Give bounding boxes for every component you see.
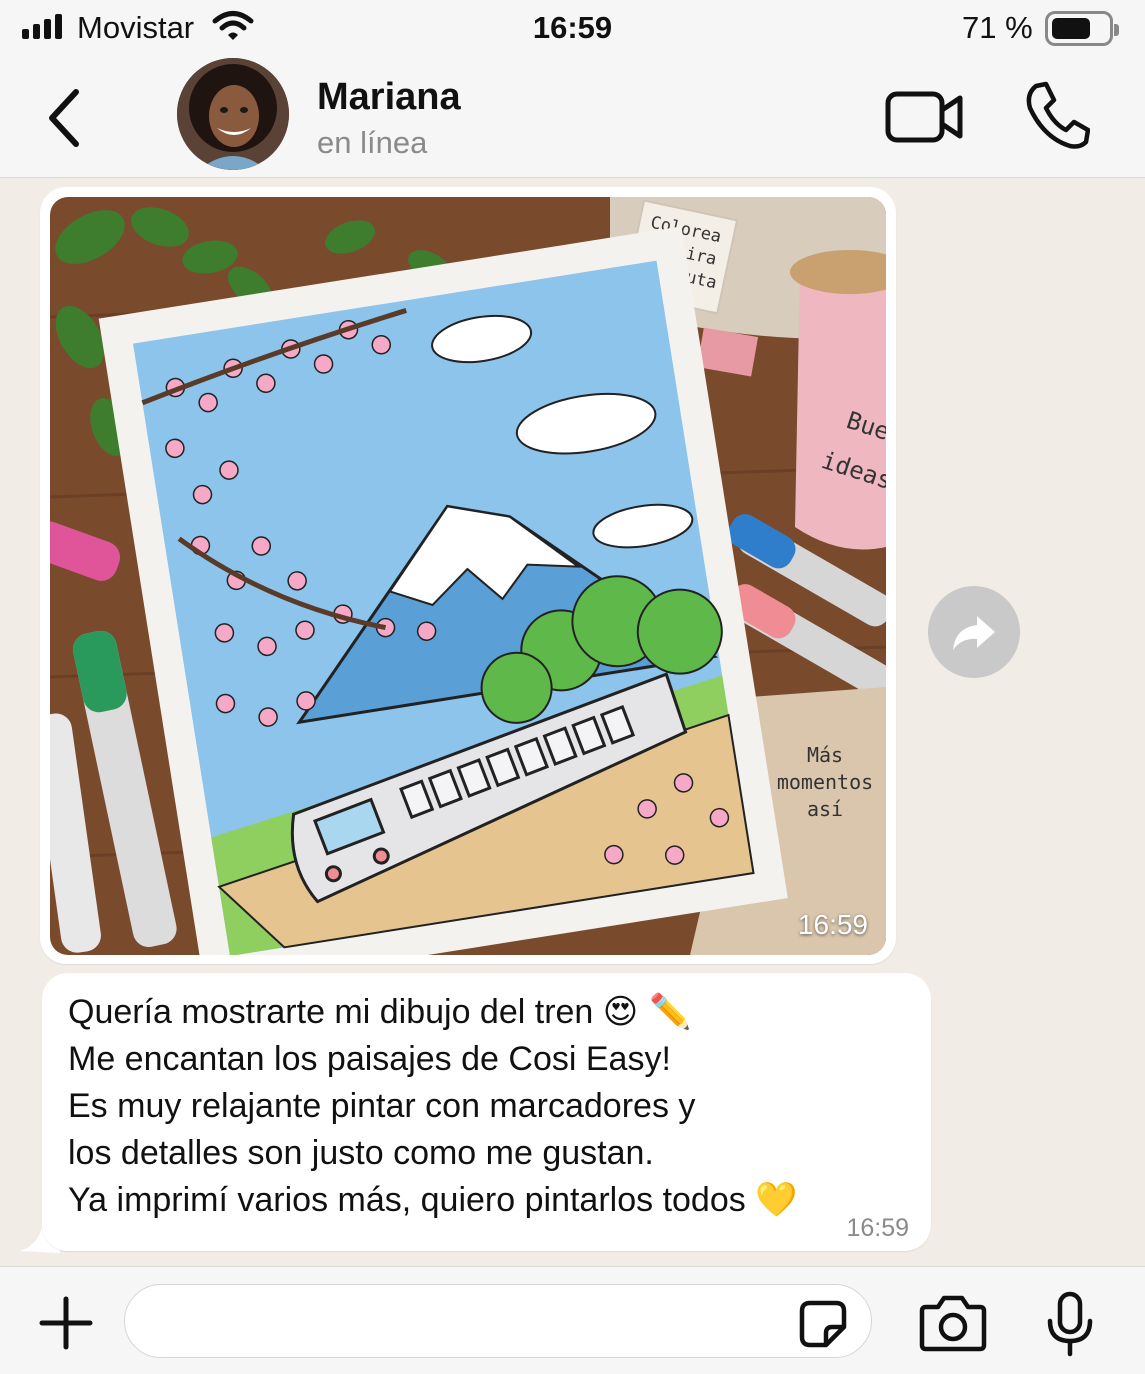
yellow-heart-emoji: 💛: [755, 1180, 798, 1220]
chat-area[interactable]: Colorea Respira Disfruta Buenas ideas M: [0, 179, 1145, 1265]
message-line-4: los detalles son justo como me gustan.: [68, 1134, 654, 1172]
input-bar: [0, 1266, 1145, 1374]
avatar-image: [177, 58, 289, 170]
status-bar: Movistar 16:59 71 %: [0, 0, 1145, 58]
video-call-button[interactable]: [884, 88, 966, 146]
contact-name[interactable]: Mariana: [317, 76, 461, 119]
sticker-button[interactable]: [798, 1299, 848, 1349]
photo-illustration: Colorea Respira Disfruta Buenas ideas M: [50, 197, 886, 955]
image-message-bubble[interactable]: Colorea Respira Disfruta Buenas ideas M: [40, 187, 896, 964]
forward-button[interactable]: [928, 586, 1020, 678]
chat-header: Mariana en línea: [0, 58, 1145, 178]
avatar[interactable]: [177, 58, 289, 170]
camera-button[interactable]: [918, 1293, 988, 1353]
image-timestamp: 16:59: [797, 909, 868, 940]
battery-percent: 71 %: [962, 10, 1033, 45]
coloring-photo[interactable]: Colorea Respira Disfruta Buenas ideas M: [50, 197, 886, 955]
message-line-5: Ya imprimí varios más, quiero pintarlos …: [68, 1180, 798, 1220]
contact-status: en línea: [317, 125, 428, 160]
message-line-2: Me encantan los paisajes de Cosi Easy!: [68, 1040, 671, 1078]
message-line-3: Es muy relajante pintar con marcadores y: [68, 1087, 696, 1125]
battery-icon: [1045, 11, 1119, 46]
message-input[interactable]: [124, 1284, 872, 1358]
phone-call-button[interactable]: [1024, 80, 1090, 150]
plus-button[interactable]: [38, 1295, 94, 1351]
text-message-bubble[interactable]: Quería mostrarte mi dibujo del tren 😍 ✏️…: [42, 973, 931, 1251]
notebook-line-3: así: [807, 797, 843, 821]
heart-eyes-pencil-emoji: 😍 ✏️: [602, 992, 692, 1032]
back-button[interactable]: [40, 84, 88, 152]
notebook-line-2: momentos: [777, 770, 873, 794]
notebook-line-1: Más: [807, 743, 843, 767]
microphone-button[interactable]: [1044, 1291, 1096, 1357]
forward-arrow-icon: [953, 616, 995, 650]
message-line-1: Quería mostrarte mi dibujo del tren 😍 ✏️: [68, 992, 692, 1032]
message-timestamp: 16:59: [846, 1214, 909, 1242]
